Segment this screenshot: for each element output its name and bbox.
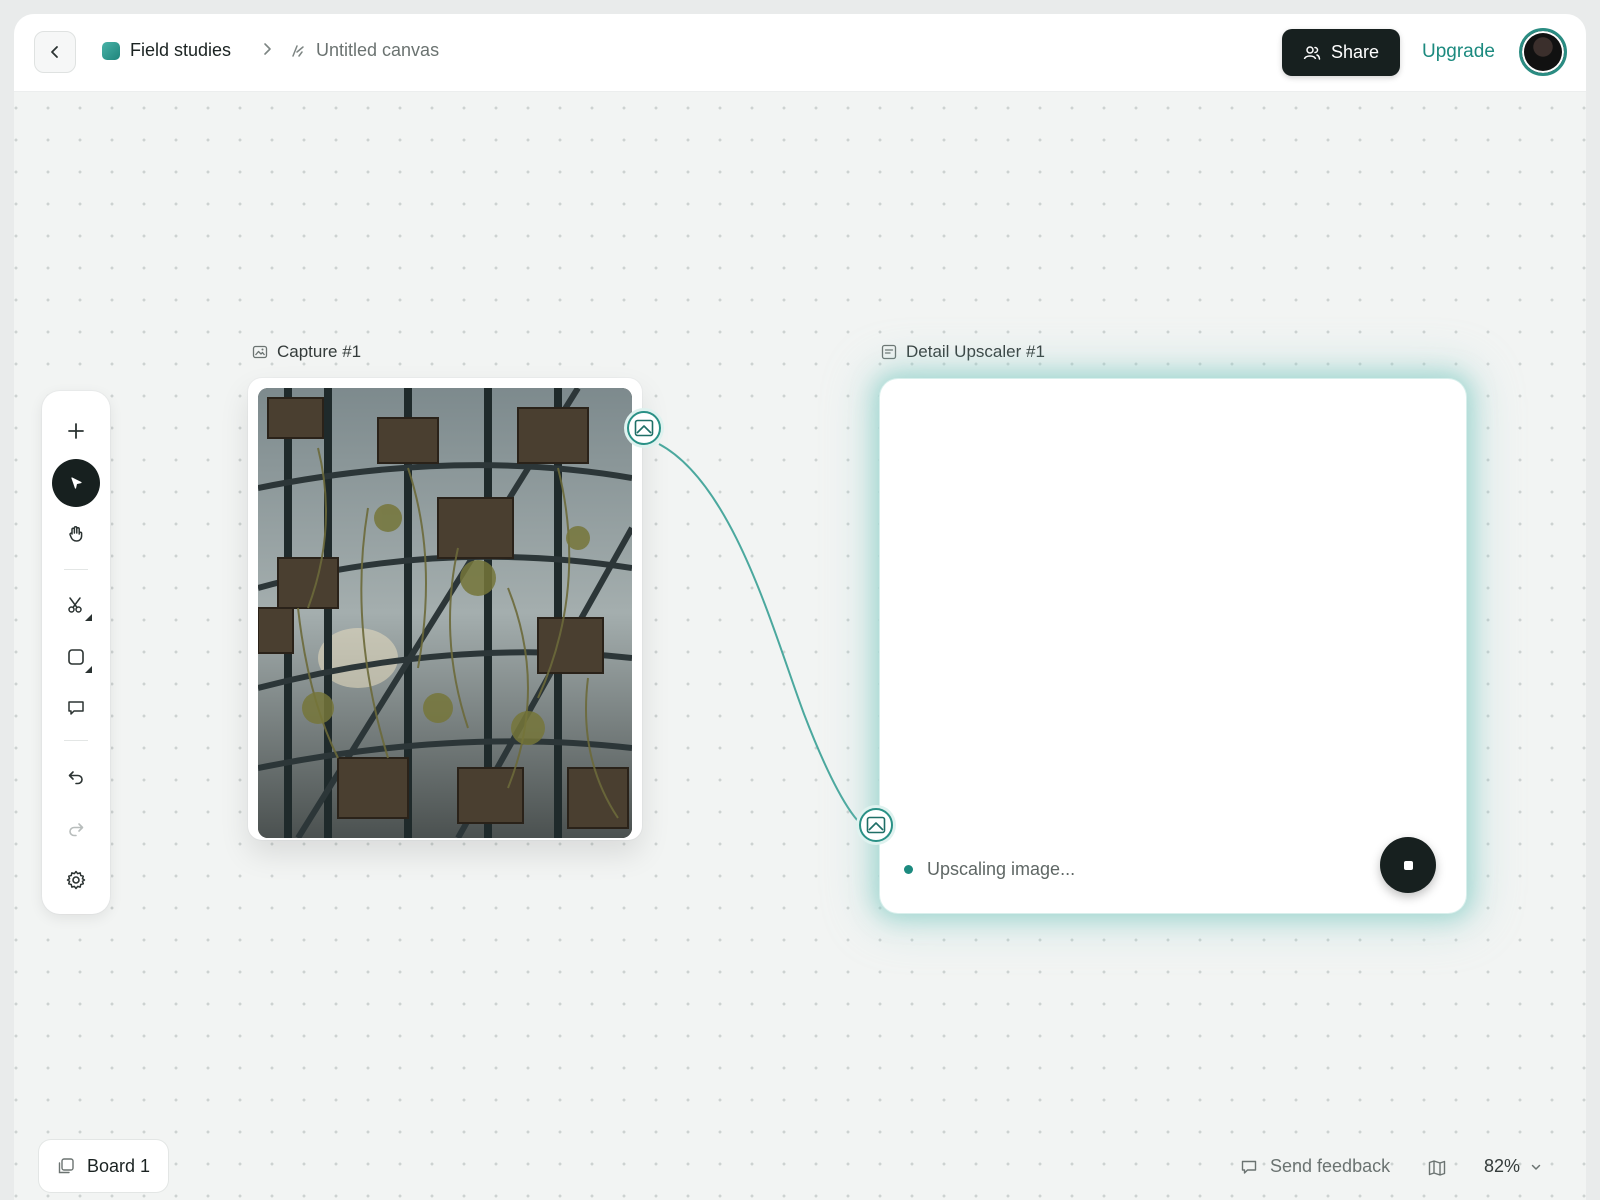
upscaler-node-label: Detail Upscaler #1 bbox=[906, 342, 1045, 361]
undo-button[interactable] bbox=[52, 753, 100, 801]
feedback-label: Send feedback bbox=[1270, 1156, 1391, 1176]
captured-photo bbox=[258, 388, 632, 838]
toolbar-divider bbox=[64, 569, 88, 570]
shape-tool-button[interactable] bbox=[52, 633, 100, 681]
image-icon bbox=[634, 419, 654, 437]
canvas-icon bbox=[292, 44, 304, 57]
board-label: Board 1 bbox=[86, 1155, 151, 1176]
comment-tool-button[interactable] bbox=[52, 684, 100, 732]
send-feedback-button[interactable]: Send feedback bbox=[1240, 1156, 1390, 1177]
capture-node[interactable] bbox=[248, 378, 642, 840]
share-label: Share bbox=[1330, 42, 1380, 62]
select-tool-button[interactable] bbox=[52, 459, 100, 507]
redo-icon bbox=[69, 823, 84, 837]
comment-icon bbox=[1241, 1160, 1257, 1174]
capture-node-title[interactable]: Capture #1 bbox=[252, 342, 361, 362]
status-text: Upscaling image... bbox=[927, 859, 1076, 879]
chevron-right-icon bbox=[264, 43, 271, 55]
submenu-indicator bbox=[85, 614, 92, 621]
redo-button[interactable] bbox=[52, 805, 100, 853]
submenu-indicator bbox=[85, 666, 92, 673]
cursor-icon bbox=[71, 477, 82, 489]
greenhouse-photo bbox=[258, 388, 632, 838]
tool-palette bbox=[42, 391, 110, 914]
capture-output-port[interactable] bbox=[627, 411, 661, 445]
breadcrumb-canvas[interactable]: Untitled canvas bbox=[290, 40, 439, 61]
zoom-control[interactable]: 82% bbox=[1484, 1156, 1542, 1177]
cut-tool-button[interactable] bbox=[52, 581, 100, 629]
toolbar-divider bbox=[64, 740, 88, 741]
top-bar: Field studies Untitled canvas Share Upgr… bbox=[14, 14, 1586, 92]
plus-icon bbox=[68, 423, 84, 439]
upscaler-node[interactable]: Upscaling image... bbox=[880, 379, 1466, 913]
gear-icon bbox=[66, 870, 86, 890]
share-button[interactable]: Share bbox=[1282, 29, 1400, 76]
breadcrumb-project[interactable]: Field studies bbox=[102, 40, 231, 61]
chevron-down-icon bbox=[1531, 1164, 1541, 1170]
undo-icon bbox=[68, 771, 83, 785]
zoom-level: 82% bbox=[1484, 1156, 1521, 1176]
chevron-left-icon bbox=[51, 46, 58, 58]
stop-icon bbox=[1403, 860, 1413, 870]
map-icon[interactable] bbox=[1427, 1158, 1447, 1178]
upgrade-link[interactable]: Upgrade bbox=[1422, 41, 1495, 63]
back-button[interactable] bbox=[34, 31, 76, 73]
project-color-icon bbox=[102, 41, 120, 60]
upscaler-input-port[interactable] bbox=[859, 808, 893, 842]
user-avatar[interactable] bbox=[1519, 28, 1567, 76]
settings-button[interactable] bbox=[52, 856, 100, 904]
comment-icon bbox=[68, 701, 84, 715]
add-tool-button[interactable] bbox=[52, 407, 100, 455]
square-icon bbox=[68, 649, 84, 665]
canvas-name: Untitled canvas bbox=[316, 40, 440, 60]
upscaler-node-title[interactable]: Detail Upscaler #1 bbox=[881, 342, 1045, 362]
pan-tool-button[interactable] bbox=[52, 510, 100, 558]
node-icon bbox=[881, 344, 897, 360]
status-dot bbox=[904, 865, 913, 874]
board-icon bbox=[58, 1158, 74, 1174]
hand-icon bbox=[69, 526, 83, 542]
capture-node-label: Capture #1 bbox=[277, 342, 362, 361]
users-icon bbox=[1303, 45, 1321, 60]
scissors-icon bbox=[68, 597, 82, 613]
image-icon bbox=[866, 816, 886, 834]
canvas-frame[interactable]: Field studies Untitled canvas Share Upgr… bbox=[14, 14, 1586, 1200]
project-name: Field studies bbox=[130, 40, 232, 60]
image-icon bbox=[252, 345, 268, 359]
stop-button[interactable] bbox=[1380, 837, 1436, 893]
upscale-status: Upscaling image... bbox=[904, 859, 1075, 880]
board-selector[interactable]: Board 1 bbox=[39, 1140, 168, 1192]
